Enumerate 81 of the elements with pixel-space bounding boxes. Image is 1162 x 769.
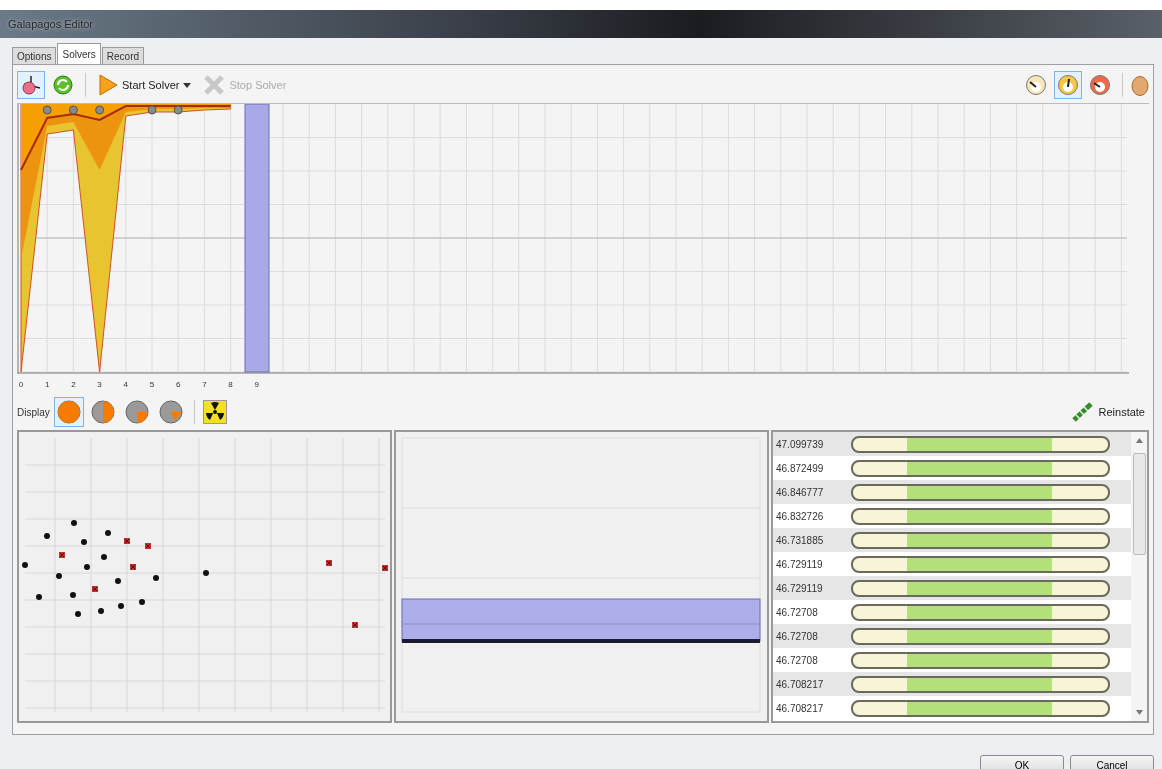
cancel-button[interactable]: Cancel bbox=[1070, 755, 1154, 769]
refresh-icon bbox=[52, 74, 74, 96]
marker-icon bbox=[147, 105, 157, 115]
sphere-icon bbox=[56, 400, 81, 424]
genome-dot bbox=[101, 554, 107, 560]
scroll-up-icon[interactable] bbox=[1135, 438, 1143, 443]
egg-icon bbox=[1131, 74, 1149, 96]
genome-dot bbox=[118, 603, 124, 609]
cross-mark bbox=[145, 543, 151, 549]
genome-dot bbox=[44, 533, 50, 539]
genome-dot bbox=[203, 570, 209, 576]
sphere-icon bbox=[90, 400, 115, 424]
genome-dot bbox=[84, 564, 90, 570]
fitness-value: 46.872499 bbox=[776, 462, 825, 474]
sphere-icon bbox=[124, 400, 149, 424]
genome-dot bbox=[56, 573, 62, 579]
genome-dot bbox=[81, 539, 87, 545]
genome-dot bbox=[115, 578, 121, 584]
genome-dot bbox=[153, 575, 159, 581]
genome-dot bbox=[98, 608, 104, 614]
fitness-value: 46.72708 bbox=[776, 654, 819, 666]
marker-icon bbox=[95, 105, 105, 115]
tab[interactable]: Record bbox=[101, 47, 145, 64]
scrollbar[interactable] bbox=[1131, 432, 1147, 721]
start-solver-button[interactable]: Start Solver bbox=[94, 72, 196, 98]
axis-tick-label: 1 bbox=[44, 380, 50, 389]
cross-mark bbox=[59, 552, 65, 558]
genome-dot bbox=[22, 562, 28, 568]
axis-tick-label: 4 bbox=[123, 380, 129, 389]
caret-icon bbox=[183, 82, 192, 88]
marker-icon bbox=[173, 105, 183, 115]
reinstate-button[interactable]: Reinstate bbox=[1066, 399, 1149, 425]
tab[interactable]: Solvers bbox=[57, 43, 101, 64]
radiation-icon[interactable] bbox=[202, 400, 227, 424]
cross-mark bbox=[352, 622, 358, 628]
fitness-value: 46.731885 bbox=[776, 534, 825, 546]
cross-mark bbox=[124, 538, 130, 544]
play-icon bbox=[98, 74, 118, 96]
marker-icon bbox=[68, 105, 78, 115]
genome-dot bbox=[139, 599, 145, 605]
cross-mark bbox=[382, 565, 388, 571]
axis-tick-label: 6 bbox=[175, 380, 181, 389]
axis-tick-label: 8 bbox=[228, 380, 233, 389]
axis-tick-label: 9 bbox=[254, 380, 260, 389]
genome-dot bbox=[105, 530, 111, 536]
fitness-value: 47.099739 bbox=[776, 438, 825, 450]
window-title: Galapagos Editor bbox=[8, 18, 93, 30]
fitness-value: 46.708217 bbox=[776, 702, 825, 714]
fitness-value: 46.729119 bbox=[776, 582, 824, 594]
cross-mark bbox=[92, 586, 98, 592]
marker-icon bbox=[42, 105, 52, 115]
scroll-down-icon[interactable] bbox=[1135, 710, 1143, 715]
cross-icon bbox=[203, 74, 226, 96]
axis-tick-label: 3 bbox=[97, 380, 102, 389]
axis-tick-label: 5 bbox=[149, 380, 155, 389]
fitness-value: 46.72708 bbox=[776, 630, 819, 642]
fitness-value: 46.708217 bbox=[776, 678, 825, 690]
genome-dot bbox=[70, 592, 76, 598]
gauge-button[interactable] bbox=[1054, 71, 1082, 99]
cross-mark bbox=[130, 564, 136, 570]
gauge-icon bbox=[1057, 74, 1079, 96]
pin-icon bbox=[20, 74, 42, 96]
genome-dot bbox=[71, 520, 77, 526]
axis-tick-label: 0 bbox=[18, 380, 24, 389]
fitness-value: 46.729119 bbox=[776, 558, 824, 570]
axis-tick-label: 2 bbox=[71, 380, 76, 389]
genome-dot bbox=[36, 594, 42, 600]
gauge-icon bbox=[1089, 74, 1111, 96]
pin-tool-button[interactable] bbox=[17, 71, 45, 99]
genome-dot bbox=[75, 611, 81, 617]
display-mode-button[interactable] bbox=[53, 397, 84, 427]
gauge-icon bbox=[1025, 74, 1047, 96]
tab[interactable]: Options bbox=[12, 47, 57, 64]
fitness-value: 46.846777 bbox=[776, 486, 825, 498]
cross-mark bbox=[326, 560, 332, 566]
ok-button[interactable]: OK bbox=[980, 755, 1064, 769]
sphere-icon bbox=[158, 400, 183, 424]
display-label: Display bbox=[17, 406, 50, 418]
fitness-value: 46.832726 bbox=[776, 510, 825, 522]
axis-tick-label: 7 bbox=[202, 380, 207, 389]
fitness-value: 46.72708 bbox=[776, 606, 819, 618]
